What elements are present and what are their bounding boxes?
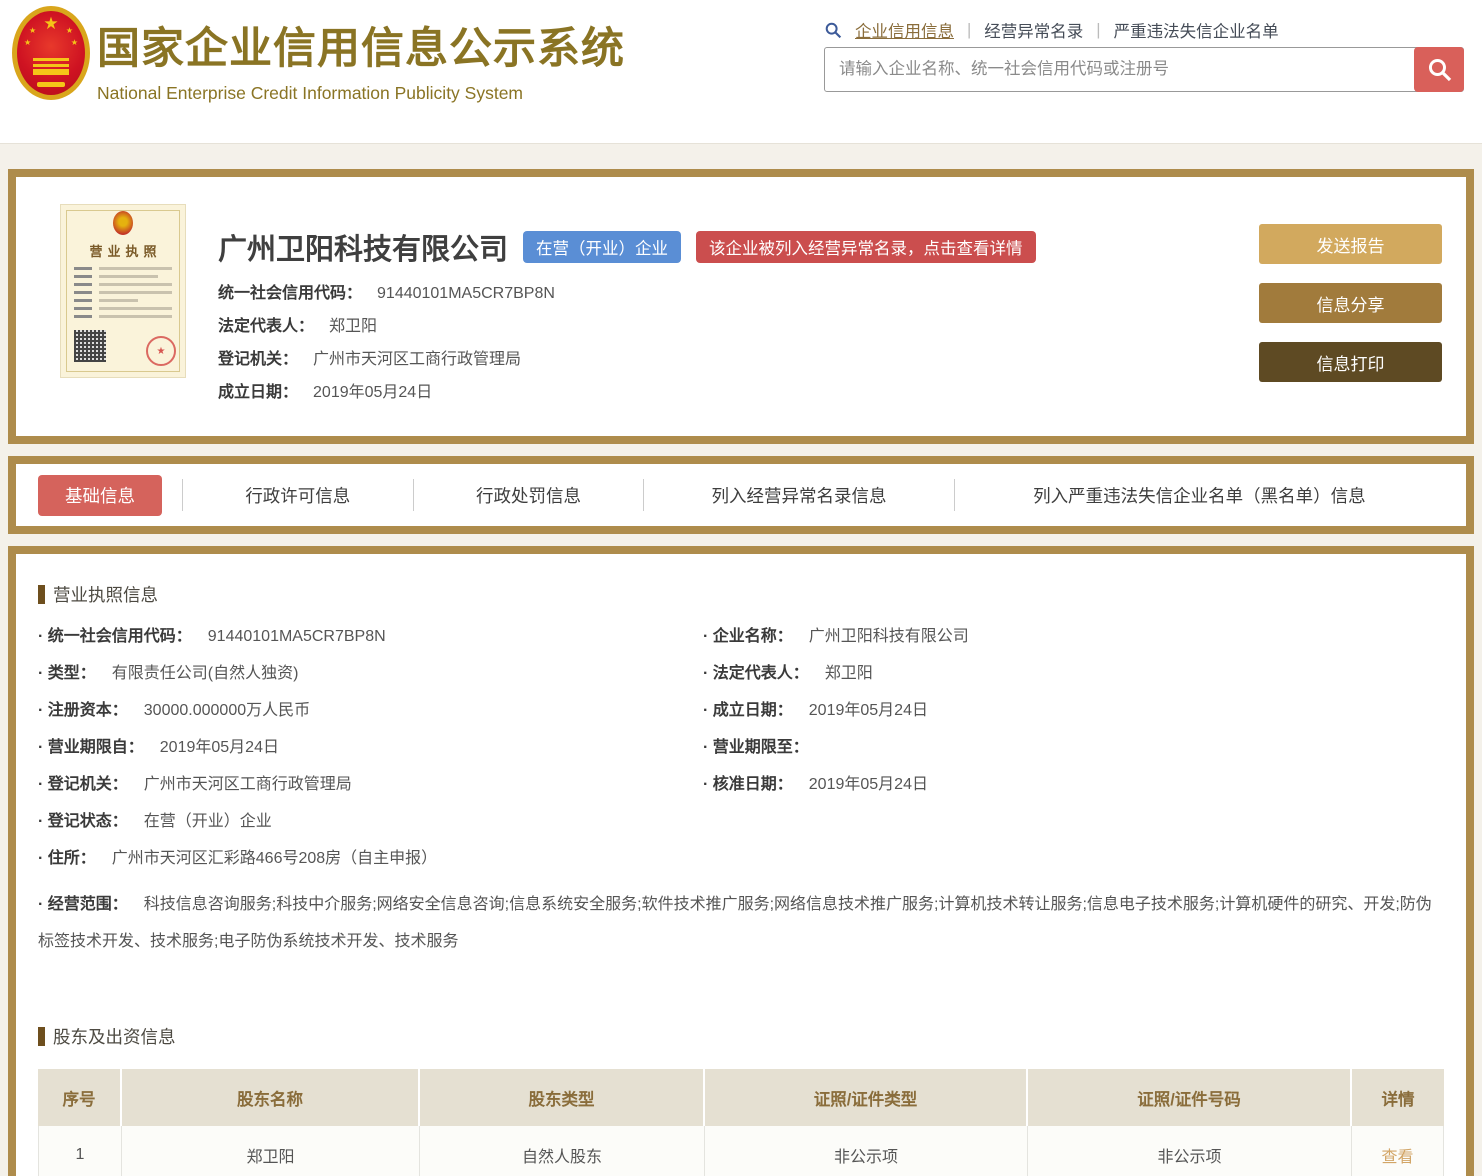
- nav-link-blacklist[interactable]: 严重违法失信企业名单: [1114, 18, 1279, 42]
- top-nav: 企业信用信息 | 经营异常名录 | 严重违法失信企业名单: [824, 18, 1279, 42]
- cell-shareholder-name: 郑卫阳: [122, 1126, 420, 1176]
- license-emblem-icon: [113, 211, 133, 235]
- col-header-detail: 详情: [1352, 1069, 1444, 1126]
- company-info: 广州卫阳科技有限公司 在营（开业）企业 该企业被列入经营异常名录，点击查看详情 …: [218, 204, 1239, 416]
- col-header-no: 序号: [38, 1069, 122, 1126]
- shareholder-section: 股东及出资信息 序号 股东名称 股东类型 证照/证件类型 证照/证件号码 详情 …: [38, 1024, 1444, 1176]
- info-print-button[interactable]: 信息打印: [1259, 342, 1442, 382]
- tab-abnormal-list[interactable]: 列入经营异常名录信息: [643, 479, 954, 511]
- business-scope: · 经营范围： 科技信息咨询服务;科技中介服务;网络安全信息咨询;信息系统安全服务…: [38, 896, 1432, 950]
- license-info-row: · 类型： 有限责任公司(自然人独资) · 法定代表人： 郑卫阳: [38, 665, 873, 682]
- search-input[interactable]: [824, 47, 1464, 92]
- col-header-name: 股东名称: [122, 1069, 420, 1126]
- shareholder-section-header: 股东及出资信息: [38, 1024, 1444, 1049]
- company-name: 广州卫阳科技有限公司: [218, 234, 509, 266]
- cell-shareholder-type: 自然人股东: [420, 1126, 705, 1176]
- nav-separator: |: [967, 20, 972, 39]
- emblem-gear-shape: [37, 82, 65, 87]
- nav-separator: |: [1096, 20, 1101, 39]
- emblem-star-icon: ★: [43, 14, 59, 33]
- table-row: 1 郑卫阳 自然人股东 非公示项 非公示项 查看: [38, 1126, 1444, 1176]
- site-brand: 国家企业信用信息公示系统 National Enterprise Credit …: [97, 14, 625, 104]
- col-header-type: 股东类型: [420, 1069, 705, 1126]
- emblem-gate-shape: [33, 58, 69, 75]
- field-legal-rep: 法定代表人： 郑卫阳: [218, 318, 378, 335]
- field-credit-code: 统一社会信用代码： 91440101MA5CR7BP8N: [218, 285, 555, 302]
- business-scope-text: 科技信息咨询服务;科技中介服务;网络安全信息咨询;信息系统安全服务;软件技术推广…: [38, 896, 1432, 950]
- license-info-row: · 住所： 广州市天河区汇彩路466号208房（自主申报）: [38, 850, 438, 867]
- action-buttons: 发送报告 信息分享 信息打印: [1259, 224, 1442, 416]
- field-establish-date: 成立日期： 2019年05月24日: [218, 384, 433, 401]
- search-box: [824, 47, 1464, 92]
- cell-no: 1: [38, 1126, 122, 1176]
- tab-blacklist[interactable]: 列入严重违法失信企业名单（黑名单）信息: [953, 479, 1444, 511]
- license-info-row: · 营业期限自： 2019年05月24日 · 营业期限至：: [38, 739, 809, 756]
- business-license-image: 营业执照: [60, 204, 186, 378]
- view-detail-link[interactable]: 查看: [1381, 1143, 1413, 1167]
- license-info-row: · 注册资本： 30000.000000万人民币 · 成立日期： 2019年05月2…: [38, 702, 928, 719]
- site-title: 国家企业信用信息公示系统: [97, 25, 625, 73]
- tab-admin-penalty[interactable]: 行政处罚信息: [412, 479, 644, 511]
- tabs-panel: 基础信息 行政许可信息 行政处罚信息 列入经营异常名录信息 列入严重违法失信企业…: [8, 456, 1474, 534]
- license-title: 营业执照: [89, 244, 162, 259]
- site-subtitle: National Enterprise Credit Information P…: [97, 83, 524, 103]
- license-info-row: · 登记状态： 在营（开业）企业: [38, 813, 272, 830]
- section-marker: [38, 1027, 45, 1046]
- license-info-row: · 登记机关： 广州市天河区工商行政管理局 · 核准日期： 2019年05月24日: [38, 776, 928, 793]
- table-header-row: 序号 股东名称 股东类型 证照/证件类型 证照/证件号码 详情: [38, 1069, 1444, 1126]
- tab-basic-info[interactable]: 基础信息: [38, 474, 162, 516]
- abnormal-alert-badge[interactable]: 该企业被列入经营异常名录，点击查看详情: [696, 231, 1036, 263]
- license-red-seal: [146, 336, 176, 366]
- send-report-button[interactable]: 发送报告: [1259, 224, 1442, 264]
- section-marker: [38, 585, 45, 604]
- field-reg-authority: 登记机关： 广州市天河区工商行政管理局: [218, 351, 522, 368]
- license-info-row: · 统一社会信用代码： 91440101MA5CR7BP8N · 企业名称： 广州卫…: [38, 628, 969, 645]
- search-icon: [1428, 58, 1451, 82]
- site-header: ★ ★ ★ ★ ★ 国家企业信用信息公示系统 National Enterprise…: [0, 0, 1482, 144]
- cell-cert-type: 非公示项: [705, 1126, 1028, 1176]
- status-badge: 在营（开业）企业: [523, 231, 682, 263]
- section-title: 营业执照信息: [53, 585, 158, 605]
- content-panel: 营业执照信息 · 统一社会信用代码： 91440101MA5CR7BP8N · 企…: [8, 546, 1474, 1176]
- nav-link-enterprise-credit[interactable]: 企业信用信息: [855, 18, 954, 42]
- section-title: 股东及出资信息: [53, 1027, 176, 1047]
- page-main: 营业执照 广州卫阳科技有限公司 在营（开业）企业 该企业被列入经营异: [0, 144, 1482, 1176]
- nav-link-abnormal-list[interactable]: 经营异常名录: [984, 18, 1083, 42]
- shareholder-table: 序号 股东名称 股东类型 证照/证件类型 证照/证件号码 详情 1 郑卫阳 自然…: [38, 1069, 1444, 1176]
- company-summary-panel: 营业执照 广州卫阳科技有限公司 在营（开业）企业 该企业被列入经营异: [8, 169, 1474, 444]
- license-info-section-header: 营业执照信息: [38, 582, 1444, 607]
- license-qr-code: [74, 330, 106, 362]
- search-button[interactable]: [1414, 47, 1464, 92]
- national-emblem-logo: ★ ★ ★ ★ ★: [12, 6, 90, 100]
- cell-cert-no: 非公示项: [1028, 1126, 1352, 1176]
- license-text-lines: [74, 267, 172, 323]
- col-header-cert-type: 证照/证件类型: [705, 1069, 1028, 1126]
- search-icon: [825, 22, 842, 39]
- col-header-cert-no: 证照/证件号码: [1028, 1069, 1352, 1126]
- info-share-button[interactable]: 信息分享: [1259, 283, 1442, 323]
- tab-admin-license[interactable]: 行政许可信息: [182, 479, 413, 511]
